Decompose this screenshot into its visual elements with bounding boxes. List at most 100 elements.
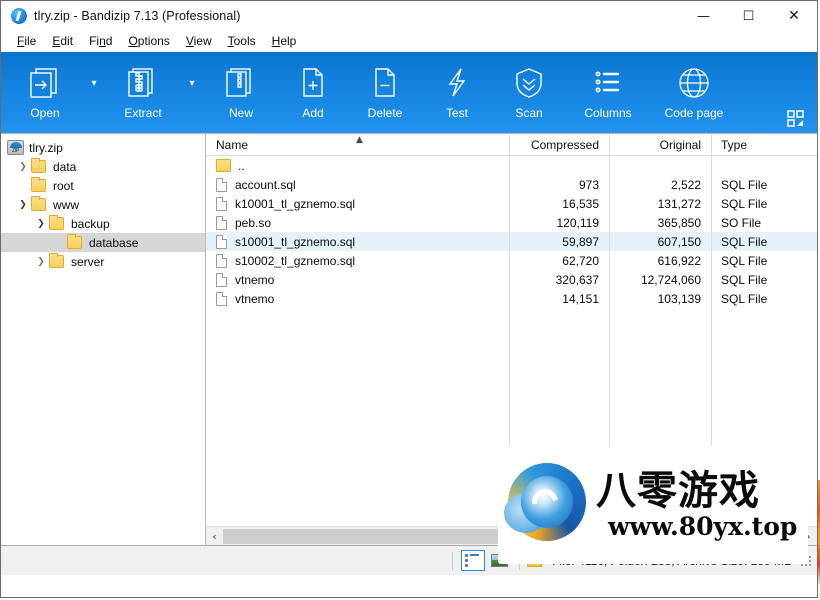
list-view-button[interactable]	[461, 550, 486, 571]
file-name: k10001_tl_gznemo.sql	[235, 196, 356, 211]
toolbar-scan-button[interactable]: Scan	[493, 52, 565, 133]
watermark-url: www.80yx.top	[608, 511, 798, 541]
watermark-text: 八零游戏 www.80yx.top	[596, 471, 797, 540]
table-row[interactable]: account.sql 973 2,522 SQL File	[206, 175, 817, 194]
chevron-down-icon[interactable]: ❯	[33, 214, 49, 233]
toolbar-extract-label: Extract	[124, 106, 162, 120]
folder-icon	[49, 253, 64, 268]
folder-icon	[31, 158, 46, 173]
toolbar-extract-button[interactable]: Extract	[107, 52, 179, 133]
column-header-type[interactable]: Type	[711, 134, 816, 156]
file-icon	[216, 253, 227, 268]
column-header-compressed[interactable]: Compressed	[509, 134, 609, 156]
file-compressed: 320,637	[509, 270, 609, 289]
file-name: account.sql	[235, 177, 296, 192]
menu-file[interactable]: FFileile	[9, 33, 44, 50]
toolbar-test-button[interactable]: Test	[421, 52, 493, 133]
file-original: 131,272	[609, 194, 711, 213]
zip-archive-icon	[7, 140, 24, 155]
sidebar-item-server[interactable]: ❯ server	[1, 252, 205, 271]
menu-help[interactable]: Help	[264, 33, 305, 50]
sidebar-item-root[interactable]: root	[1, 176, 205, 195]
table-row[interactable]: peb.so 120,119 365,850 SO File	[206, 213, 817, 232]
table-row[interactable]: k10001_tl_gznemo.sql 16,535 131,272 SQL …	[206, 194, 817, 213]
chevron-down-icon[interactable]: ❯	[15, 195, 31, 214]
scrollbar-thumb[interactable]	[223, 528, 501, 544]
folder-icon	[31, 177, 46, 192]
table-row[interactable]: s10002_tl_gznemo.sql 62,720 616,922 SQL …	[206, 251, 817, 270]
close-button[interactable]: ✕	[771, 1, 817, 31]
file-icon	[216, 291, 227, 306]
file-icon	[216, 234, 227, 249]
folder-icon	[67, 234, 82, 249]
file-compressed: 59,897	[509, 232, 609, 251]
menu-options[interactable]: Options	[120, 33, 177, 50]
menu-find[interactable]: Find	[81, 33, 120, 50]
menu-edit[interactable]: Edit	[44, 33, 81, 50]
file-type: SQL File	[711, 289, 816, 308]
folder-tree-panel[interactable]: tlry.zip ❯ data root ❯ www	[1, 134, 206, 545]
delete-file-icon	[366, 61, 404, 105]
file-name: vtnemo	[235, 272, 275, 287]
file-type	[711, 156, 816, 175]
sidebar-item-www[interactable]: ❯ www	[1, 195, 205, 214]
scroll-left-button[interactable]: ‹	[206, 527, 223, 546]
sidebar-item-label: backup	[71, 216, 110, 231]
table-row[interactable]: vtnemo 14,151 103,139 SQL File	[206, 289, 817, 308]
sidebar-item-data[interactable]: ❯ data	[1, 157, 205, 176]
extract-dropdown-caret-icon[interactable]: ▾	[179, 52, 205, 133]
folder-icon	[49, 215, 64, 230]
toolbar-add-button[interactable]: Add	[277, 52, 349, 133]
open-archive-icon	[26, 61, 64, 105]
column-header-original[interactable]: Original	[609, 134, 711, 156]
screenshot-root: tlry.zip - Bandizip 7.13 (Professional) …	[0, 0, 820, 600]
open-dropdown-caret-icon[interactable]: ▾	[81, 52, 107, 133]
toolbar-open-button[interactable]: Open	[9, 52, 81, 133]
code-page-globe-icon	[674, 61, 714, 105]
minimize-button[interactable]: —	[681, 1, 726, 31]
sidebar-item-backup[interactable]: ❯ backup	[1, 214, 205, 233]
toolbar-open-label: Open	[30, 106, 60, 120]
maximize-button[interactable]: ☐	[726, 1, 771, 31]
sidebar-item-label: database	[89, 235, 139, 250]
sidebar-item-label: server	[71, 254, 105, 269]
file-type: SQL File	[711, 175, 816, 194]
parent-folder-icon	[216, 159, 231, 172]
chevron-right-icon[interactable]: ❯	[15, 157, 31, 176]
file-type: SQL File	[711, 251, 816, 270]
add-file-icon	[294, 61, 332, 105]
tree-root-tlry-zip[interactable]: tlry.zip	[1, 138, 205, 157]
file-list-header: Name Compressed Original Type	[206, 134, 817, 156]
table-row[interactable]: s10001_tl_gznemo.sql 59,897 607,150 SQL …	[206, 232, 817, 251]
toolbar-codepage-label: Code page	[664, 106, 724, 120]
file-type: SO File	[711, 213, 816, 232]
file-original: 607,150	[609, 232, 711, 251]
toolbar-new-button[interactable]: New	[205, 52, 277, 133]
file-type: SQL File	[711, 194, 816, 213]
file-original: 2,522	[609, 175, 711, 194]
menu-bar: FFileile Edit Find Options View Tools He…	[1, 31, 817, 52]
toolbar-columns-label: Columns	[584, 106, 632, 120]
layout-options-icon[interactable]	[787, 110, 805, 133]
file-icon	[216, 196, 227, 211]
toolbar-new-label: New	[228, 106, 253, 120]
test-bolt-icon	[438, 61, 476, 105]
menu-view[interactable]: View	[178, 33, 220, 50]
table-row[interactable]: vtnemo 320,637 12,724,060 SQL File	[206, 270, 817, 289]
file-list-rows: .. account.sql 973 2,522 SQL File k10001…	[206, 156, 817, 308]
file-name: vtnemo	[235, 291, 275, 306]
toolbar-scan-label: Scan	[515, 106, 543, 120]
toolbar-columns-button[interactable]: Columns	[565, 52, 651, 133]
sidebar-item-database[interactable]: database	[1, 233, 205, 252]
chevron-right-icon[interactable]: ❯	[33, 252, 49, 271]
table-row[interactable]: ..	[206, 156, 817, 175]
spiral-cloud-logo-icon	[502, 459, 594, 551]
toolbar-codepage-button[interactable]: Code page	[651, 52, 737, 133]
toolbar-delete-button[interactable]: Delete	[349, 52, 421, 133]
file-compressed: 120,119	[509, 213, 609, 232]
file-original: 616,922	[609, 251, 711, 270]
status-separator	[452, 551, 454, 570]
menu-tools[interactable]: Tools	[220, 33, 264, 50]
file-name: s10002_tl_gznemo.sql	[235, 253, 356, 268]
file-icon	[216, 272, 227, 287]
